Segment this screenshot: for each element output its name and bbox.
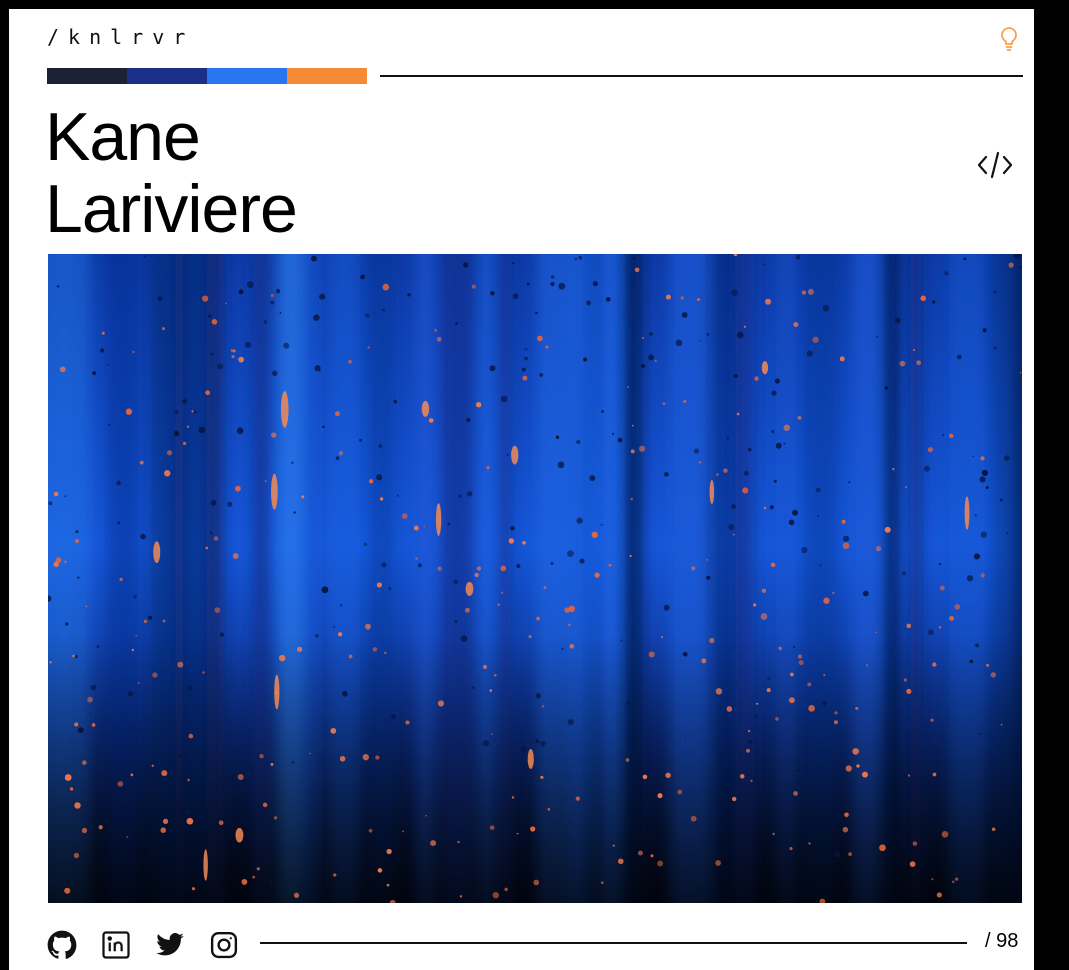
lightbulb-icon[interactable]	[997, 25, 1021, 53]
palette-swatch	[47, 68, 127, 84]
social-links	[47, 930, 239, 960]
page-title: Kane Lariviere	[45, 99, 298, 247]
linkedin-icon[interactable]	[101, 930, 131, 960]
divider	[380, 75, 1023, 77]
twitter-icon[interactable]	[155, 930, 185, 960]
hero-image	[48, 254, 1022, 903]
name-first: Kane	[45, 99, 201, 175]
code-icon[interactable]	[975, 145, 1015, 185]
page-counter: / 98	[985, 930, 1019, 952]
palette-swatch	[207, 68, 287, 84]
instagram-icon[interactable]	[209, 930, 239, 960]
site-logo[interactable]: /knlrvr	[47, 25, 194, 49]
divider	[260, 942, 967, 944]
palette-swatch	[127, 68, 207, 84]
name-last: Lariviere	[45, 171, 298, 247]
palette-swatch	[287, 68, 367, 84]
color-palette	[47, 68, 367, 84]
github-icon[interactable]	[47, 930, 77, 960]
page-frame: /knlrvr Kane Lariviere / 98	[9, 9, 1034, 970]
